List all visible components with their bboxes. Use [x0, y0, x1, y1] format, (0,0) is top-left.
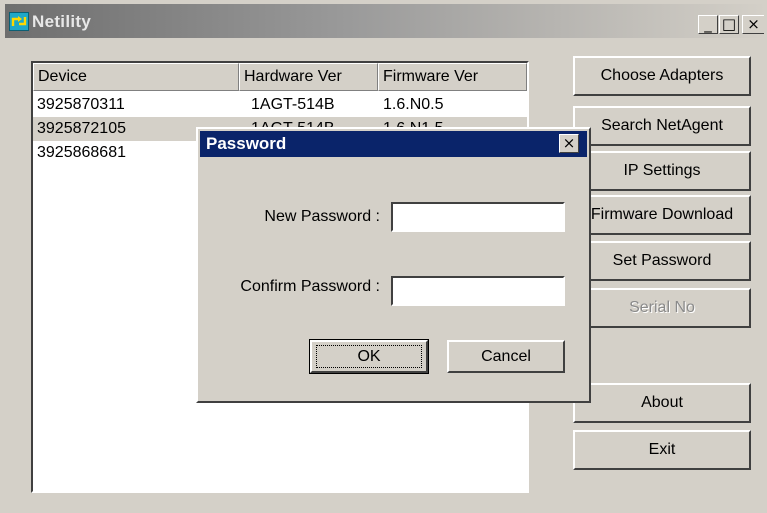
password-dialog-title: Password	[206, 134, 287, 153]
ok-button-label: OK	[357, 348, 381, 365]
device-id: 3925868681	[37, 144, 126, 161]
device-row[interactable]: 3925870311 1AGT-514B 1.6.N0.5	[33, 93, 527, 117]
password-dialog-close-button[interactable]: ×	[559, 134, 579, 153]
ip-settings-button[interactable]: IP Settings	[573, 151, 751, 191]
column-header-hardware-ver[interactable]: Hardware Ver	[239, 63, 378, 91]
set-password-button[interactable]: Set Password	[573, 241, 751, 281]
firmware-download-button[interactable]: Firmware Download	[573, 195, 751, 235]
device-id: 3925870311	[37, 96, 125, 113]
close-button[interactable]: ×	[742, 15, 764, 34]
netility-window: Netility _ □ × Device Hardware Ver Firmw…	[0, 0, 767, 513]
new-password-label: New Password :	[264, 208, 380, 225]
ok-button[interactable]: OK	[309, 339, 429, 374]
firmware-version: 1.6.N0.5	[383, 96, 444, 113]
hardware-version: 1AGT-514B	[251, 96, 335, 113]
maximize-button[interactable]: □	[719, 15, 739, 34]
minimize-button[interactable]: _	[698, 15, 718, 34]
password-dialog: Password × New Password : Confirm Passwo…	[196, 127, 591, 403]
column-header-device[interactable]: Device	[33, 63, 239, 91]
netility-app-icon	[9, 12, 29, 31]
confirm-password-field[interactable]	[391, 276, 565, 306]
password-dialog-title-bar[interactable]: Password ×	[200, 131, 587, 157]
cancel-button[interactable]: Cancel	[447, 340, 565, 373]
new-password-field[interactable]	[391, 202, 565, 232]
window-title: Netility	[32, 12, 92, 31]
choose-adapters-button[interactable]: Choose Adapters	[573, 56, 751, 96]
confirm-password-label: Confirm Password :	[240, 278, 380, 295]
device-id: 3925872105	[37, 120, 126, 137]
window-title-bar[interactable]: Netility _ □ ×	[5, 4, 767, 38]
about-button[interactable]: About	[573, 383, 751, 423]
serial-no-button: Serial No	[573, 288, 751, 328]
column-header-firmware-ver[interactable]: Firmware Ver	[378, 63, 527, 91]
search-netagent-button[interactable]: Search NetAgent	[573, 106, 751, 146]
exit-button[interactable]: Exit	[573, 430, 751, 470]
